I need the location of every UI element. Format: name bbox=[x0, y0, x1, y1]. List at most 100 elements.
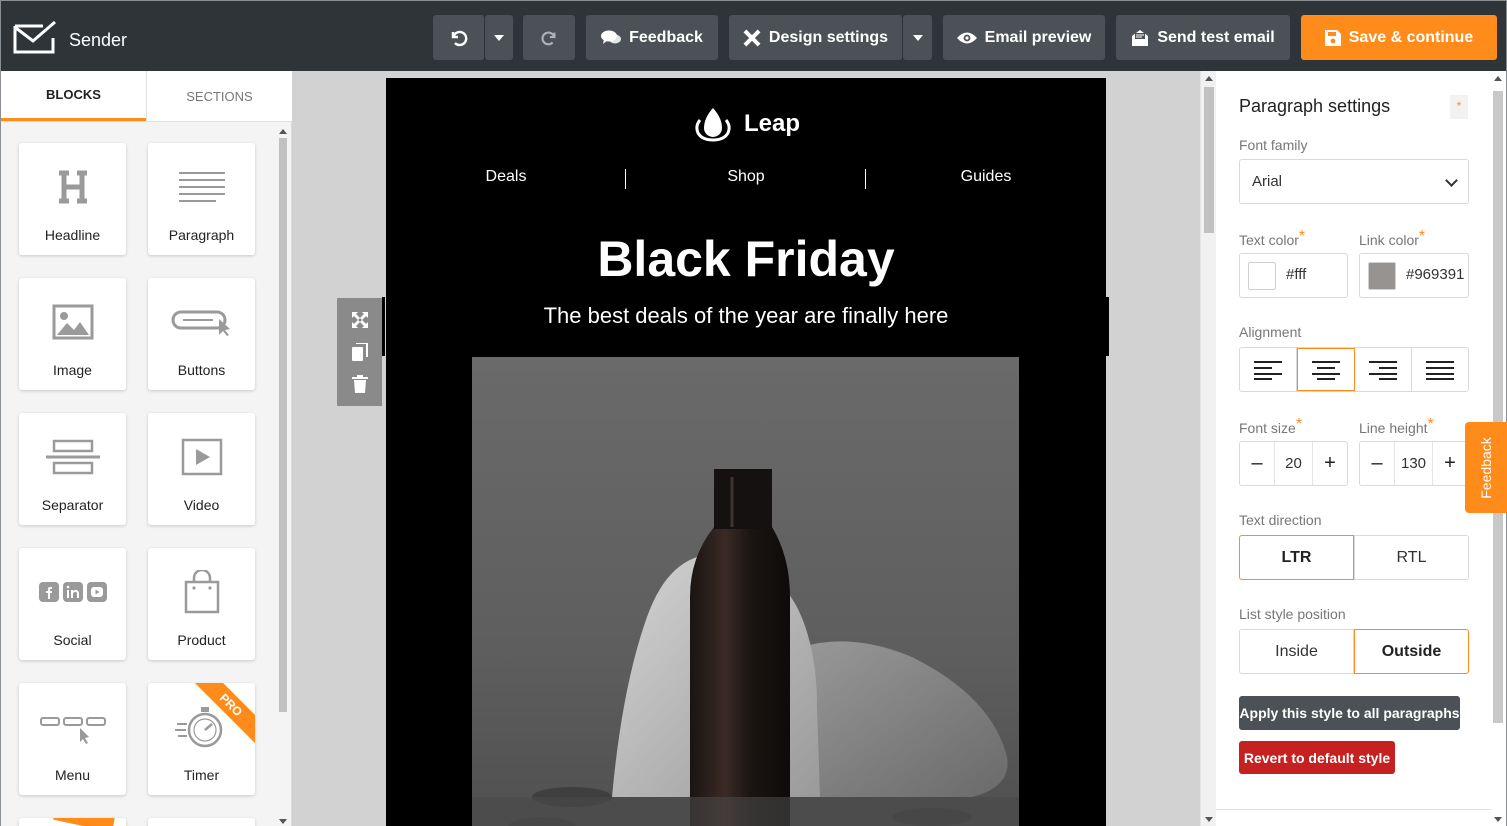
line-height-value[interactable]: 130 bbox=[1394, 442, 1433, 485]
block-paragraph[interactable]: Paragraph bbox=[148, 143, 255, 255]
undo-icon bbox=[451, 30, 467, 46]
trash-icon[interactable] bbox=[351, 375, 368, 393]
required-star: * bbox=[1418, 228, 1426, 245]
feedback-side-tab[interactable]: Feedback bbox=[1465, 422, 1507, 513]
nav-shop[interactable]: Shop bbox=[626, 168, 866, 186]
scroll-up-arrow[interactable] bbox=[279, 129, 287, 134]
nav-deals[interactable]: Deals bbox=[386, 168, 626, 186]
tab-blocks[interactable]: BLOCKS bbox=[1, 71, 146, 121]
feedback-button[interactable]: Feedback bbox=[586, 15, 718, 60]
email-preview-button[interactable]: Email preview bbox=[943, 15, 1105, 60]
headline-icon bbox=[58, 170, 87, 204]
block-headline[interactable]: Headline bbox=[19, 143, 126, 255]
block-product[interactable]: Product bbox=[148, 548, 255, 660]
scroll-thumb[interactable] bbox=[279, 138, 287, 712]
revert-default-button[interactable]: Revert to default style bbox=[1239, 741, 1395, 774]
line-height-increase-button[interactable]: + bbox=[1433, 442, 1467, 485]
font-size-decrease-button[interactable]: – bbox=[1240, 442, 1274, 485]
text-color-picker[interactable]: #fff bbox=[1239, 253, 1348, 298]
block-label: Paragraph bbox=[168, 227, 235, 243]
text-color-swatch[interactable] bbox=[1248, 262, 1276, 290]
undo-history-dropdown[interactable] bbox=[485, 15, 513, 60]
block-menu[interactable]: Menu bbox=[19, 683, 126, 795]
font-family-label: Font family bbox=[1239, 137, 1308, 153]
link-color-picker[interactable]: #969391 bbox=[1359, 253, 1469, 298]
font-size-increase-button[interactable]: + bbox=[1313, 442, 1347, 485]
direction-ltr-button[interactable]: LTR bbox=[1239, 535, 1354, 580]
block-label: Timer bbox=[183, 767, 220, 783]
settings-scroll-up[interactable] bbox=[1494, 76, 1502, 81]
save-continue-button[interactable]: Save & continue bbox=[1301, 15, 1497, 60]
link-color-swatch[interactable] bbox=[1368, 262, 1396, 290]
block-label: Image bbox=[53, 362, 92, 378]
block-image[interactable]: Image bbox=[19, 278, 126, 390]
font-family-select[interactable]: Arial bbox=[1239, 159, 1469, 204]
block-label: Separator bbox=[41, 497, 104, 513]
nav-guides[interactable]: Guides bbox=[866, 168, 1106, 186]
bottle-on-stones-photo bbox=[472, 357, 1019, 826]
block-partial-right[interactable] bbox=[148, 818, 255, 826]
direction-rtl-button[interactable]: RTL bbox=[1354, 535, 1469, 580]
block-separator[interactable]: Separator bbox=[19, 413, 126, 525]
align-center-icon bbox=[1312, 360, 1340, 380]
font-size-label: Font size* bbox=[1239, 416, 1302, 436]
align-justify-button[interactable] bbox=[1412, 348, 1468, 391]
hero-title[interactable]: Black Friday bbox=[386, 230, 1106, 288]
block-buttons[interactable]: Buttons bbox=[148, 278, 255, 390]
image-icon bbox=[52, 304, 93, 340]
block-social[interactable]: Social bbox=[19, 548, 126, 660]
eye-icon bbox=[956, 32, 977, 43]
block-partial-left[interactable] bbox=[19, 818, 126, 826]
feedback-side-label: Feedback bbox=[1478, 436, 1494, 499]
caret-down-icon bbox=[912, 34, 923, 41]
required-star: * bbox=[1295, 416, 1303, 433]
app-logo[interactable]: Sender bbox=[13, 19, 133, 55]
envelope-check-icon bbox=[13, 20, 56, 54]
align-center-button[interactable] bbox=[1297, 348, 1355, 391]
apply-style-all-button[interactable]: Apply this style to all paragraphs bbox=[1239, 696, 1460, 730]
paragraph-icon bbox=[178, 172, 225, 202]
separator-icon bbox=[45, 439, 100, 475]
required-star: * bbox=[1427, 416, 1434, 433]
block-video[interactable]: Video bbox=[148, 413, 255, 525]
blocks-scrollbar[interactable] bbox=[277, 126, 289, 826]
redo-icon bbox=[541, 31, 556, 45]
line-height-label: Line height* bbox=[1359, 416, 1434, 436]
text-color-label-text: Text color bbox=[1239, 232, 1299, 248]
scroll-down-arrow[interactable] bbox=[279, 819, 287, 824]
hero-product-image[interactable] bbox=[472, 357, 1019, 826]
list-inside-button[interactable]: Inside bbox=[1239, 629, 1354, 674]
design-tools-icon bbox=[743, 29, 761, 46]
leap-drop-logo-icon bbox=[695, 108, 731, 142]
canvas-scroll-down[interactable] bbox=[1205, 817, 1213, 822]
move-arrows-icon[interactable] bbox=[351, 311, 369, 329]
selected-block-frame bbox=[382, 297, 1109, 356]
redo-button[interactable] bbox=[523, 15, 575, 60]
align-justify-icon bbox=[1426, 360, 1454, 380]
email-brand[interactable]: Leap bbox=[386, 106, 1106, 142]
send-test-email-button[interactable]: Send test email bbox=[1116, 15, 1290, 60]
link-color-value: #969391 bbox=[1406, 266, 1465, 283]
line-height-decrease-button[interactable]: – bbox=[1360, 442, 1394, 485]
canvas-scroll-up[interactable] bbox=[1205, 76, 1213, 81]
list-outside-button[interactable]: Outside bbox=[1354, 629, 1469, 674]
design-settings-button[interactable]: Design settings bbox=[729, 15, 903, 60]
design-settings-label: Design settings bbox=[768, 28, 889, 46]
font-size-value[interactable]: 20 bbox=[1274, 442, 1313, 485]
canvas-scroll-thumb[interactable] bbox=[1204, 87, 1214, 233]
chevron-down-icon bbox=[1445, 174, 1458, 187]
buttons-icon bbox=[171, 310, 230, 336]
settings-scroll-thumb[interactable] bbox=[1493, 91, 1503, 723]
save-continue-label: Save & continue bbox=[1348, 28, 1474, 46]
tab-sections[interactable]: SECTIONS bbox=[146, 71, 292, 121]
undo-button[interactable] bbox=[433, 15, 485, 60]
align-right-button[interactable] bbox=[1355, 348, 1412, 391]
duplicate-icon[interactable] bbox=[351, 343, 368, 361]
align-left-button[interactable] bbox=[1240, 348, 1297, 391]
align-left-icon bbox=[1254, 360, 1282, 380]
settings-scroll-down[interactable] bbox=[1494, 817, 1502, 822]
block-timer[interactable]: PRO Timer bbox=[148, 683, 255, 795]
canvas-scrollbar[interactable] bbox=[1200, 71, 1216, 826]
block-label: Headline bbox=[44, 227, 101, 243]
design-settings-dropdown[interactable] bbox=[903, 15, 932, 60]
